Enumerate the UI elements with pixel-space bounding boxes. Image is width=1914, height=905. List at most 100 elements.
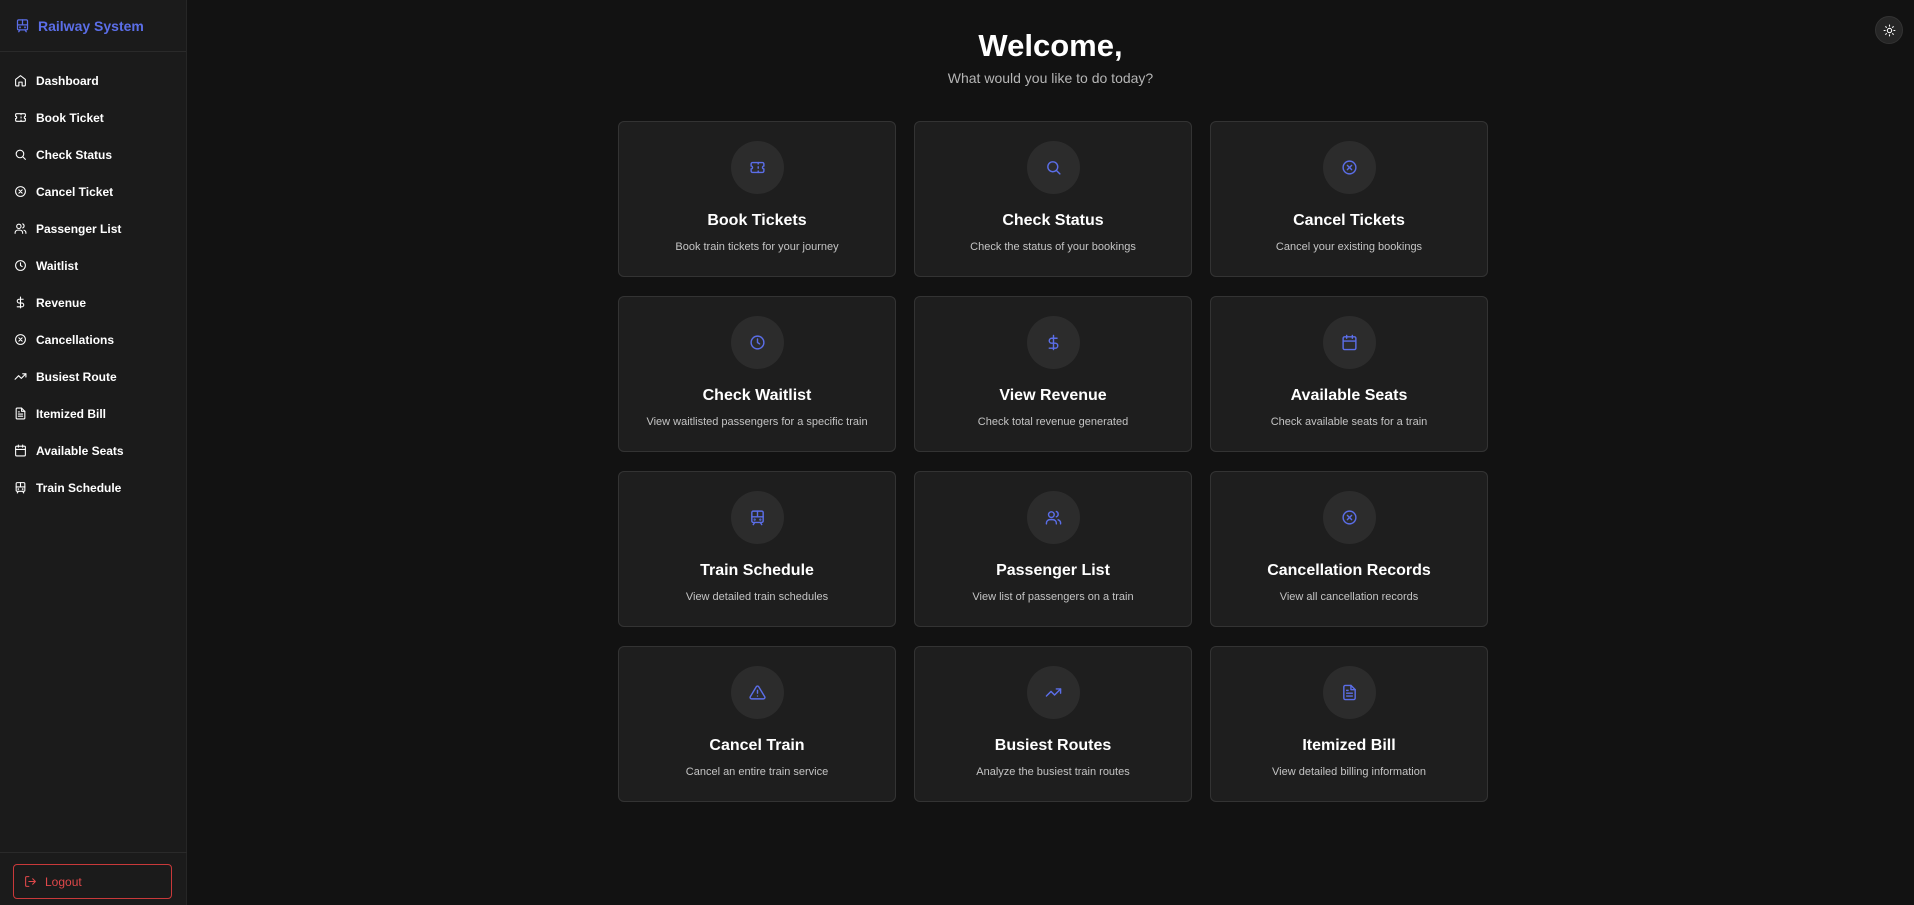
trending-up-icon [1045,684,1062,701]
sidebar-item-label: Train Schedule [36,480,122,495]
ticket-icon [749,159,766,176]
sidebar-item-cancel-ticket[interactable]: Cancel Ticket [0,173,186,210]
sidebar-item-book-ticket[interactable]: Book Ticket [0,99,186,136]
x-circle-icon [1341,159,1358,176]
card-title: View Revenue [999,387,1107,404]
card-title: Cancellation Records [1267,562,1431,579]
card-description: Cancel an entire train service [685,766,829,778]
card-description: View list of passengers on a train [972,591,1134,603]
card-title: Check Waitlist [702,387,812,404]
card-title: Available Seats [1290,387,1408,404]
x-circle-icon [14,185,27,198]
card-cancel-train[interactable]: Cancel Train Cancel an entire train serv… [618,646,896,802]
welcome-header: Welcome, What would you like to do today… [187,24,1914,86]
sidebar-item-dashboard[interactable]: Dashboard [0,62,186,99]
sidebar-item-label: Check Status [36,147,113,162]
users-icon [1045,509,1062,526]
page-title: Welcome, [978,28,1123,63]
train-icon [14,481,27,494]
card-description: View waitlisted passengers for a specifi… [646,416,868,428]
card-title: Book Tickets [707,212,807,229]
app-title: Railway System [38,17,144,34]
card-icon-circle [730,316,784,369]
sidebar-item-train-schedule[interactable]: Train Schedule [0,469,186,506]
card-description: Check available seats for a train [1270,416,1428,428]
sidebar-item-label: Book Ticket [36,110,104,125]
calendar-icon [14,444,27,457]
sidebar-item-label: Revenue [36,295,87,310]
card-title: Passenger List [996,562,1110,579]
brand[interactable]: Railway System [0,0,186,52]
card-icon-circle [730,666,784,719]
trending-up-icon [14,370,27,383]
card-title: Itemized Bill [1302,737,1396,754]
calendar-icon [1341,334,1358,351]
dollar-icon [14,296,27,309]
card-title: Cancel Tickets [1293,212,1405,229]
card-icon-circle [1026,491,1080,544]
sidebar-item-label: Cancel Ticket [36,184,114,199]
card-icon-circle [730,141,784,194]
logout-label: Logout [45,874,82,889]
card-available-seats[interactable]: Available Seats Check available seats fo… [1210,296,1488,452]
sidebar-item-label: Dashboard [36,73,99,88]
sidebar-item-label: Busiest Route [36,369,117,384]
home-icon [14,74,27,87]
logout-button[interactable]: Logout [13,864,172,899]
sidebar-item-label: Waitlist [36,258,79,273]
file-text-icon [14,407,27,420]
sidebar-item-waitlist[interactable]: Waitlist [0,247,186,284]
card-icon-circle [1026,141,1080,194]
action-card-grid: Book Tickets Book train tickets for your… [618,121,1488,802]
users-icon [14,222,27,235]
card-cancellation-records[interactable]: Cancellation Records View all cancellati… [1210,471,1488,627]
card-itemized-bill[interactable]: Itemized Bill View detailed billing info… [1210,646,1488,802]
card-title: Busiest Routes [994,737,1112,754]
dollar-icon [1045,334,1062,351]
page-subtitle: What would you like to do today? [947,70,1154,86]
card-busiest-routes[interactable]: Busiest Routes Analyze the busiest train… [914,646,1192,802]
clock-icon [749,334,766,351]
clock-icon [14,259,27,272]
file-text-icon [1341,684,1358,701]
card-title: Check Status [1002,212,1104,229]
sidebar-nav: Dashboard Book Ticket Check Status Cance… [0,52,186,506]
card-description: View detailed billing information [1272,766,1426,778]
card-icon-circle [1322,491,1376,544]
card-icon-circle [1026,666,1080,719]
train-icon [749,509,766,526]
card-title: Train Schedule [700,562,814,579]
sidebar-item-busiest-route[interactable]: Busiest Route [0,358,186,395]
card-icon-circle [1322,141,1376,194]
card-title: Cancel Train [709,737,805,754]
sidebar-footer: Logout [0,852,187,905]
card-description: Cancel your existing bookings [1275,241,1423,253]
card-icon-circle [1322,666,1376,719]
card-description: Book train tickets for your journey [675,241,839,253]
card-icon-circle [1322,316,1376,369]
sidebar-item-passenger-list[interactable]: Passenger List [0,210,186,247]
card-description: View detailed train schedules [685,591,829,603]
card-view-revenue[interactable]: View Revenue Check total revenue generat… [914,296,1192,452]
card-passenger-list[interactable]: Passenger List View list of passengers o… [914,471,1192,627]
card-check-waitlist[interactable]: Check Waitlist View waitlisted passenger… [618,296,896,452]
sidebar-item-check-status[interactable]: Check Status [0,136,186,173]
ticket-icon [14,111,27,124]
x-circle-icon [14,333,27,346]
card-book-tickets[interactable]: Book Tickets Book train tickets for your… [618,121,896,277]
sidebar-item-available-seats[interactable]: Available Seats [0,432,186,469]
card-train-schedule[interactable]: Train Schedule View detailed train sched… [618,471,896,627]
card-description: View all cancellation records [1279,591,1419,603]
sidebar-item-label: Cancellations [36,332,115,347]
sidebar-item-label: Itemized Bill [36,406,107,421]
card-cancel-tickets[interactable]: Cancel Tickets Cancel your existing book… [1210,121,1488,277]
search-icon [1045,159,1062,176]
sidebar-item-itemized-bill[interactable]: Itemized Bill [0,395,186,432]
sidebar-item-revenue[interactable]: Revenue [0,284,186,321]
x-circle-icon [1341,509,1358,526]
card-icon-circle [1026,316,1080,369]
sidebar-item-cancellations[interactable]: Cancellations [0,321,186,358]
card-check-status[interactable]: Check Status Check the status of your bo… [914,121,1192,277]
sidebar: Railway System Dashboard Book Ticket Che… [0,0,187,905]
card-description: Analyze the busiest train routes [976,766,1130,778]
